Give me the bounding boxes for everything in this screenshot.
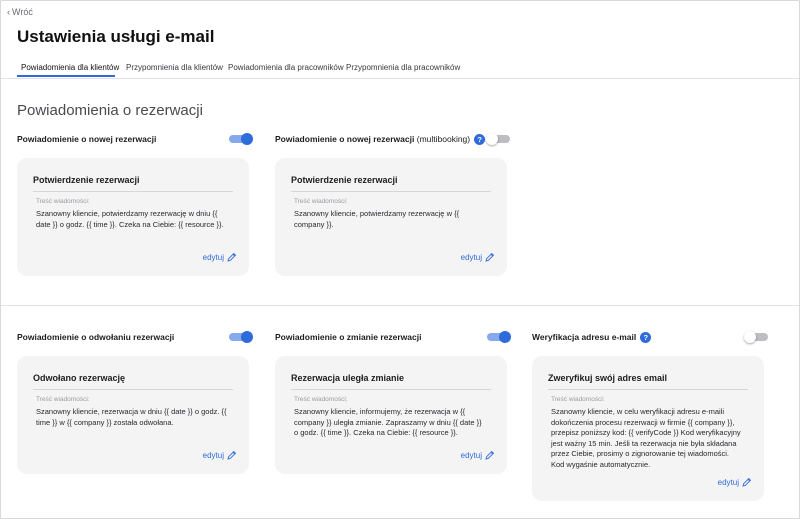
card-title: Zweryfikuj swój adres email bbox=[548, 373, 668, 383]
tab-client-notifications[interactable]: Powiadomienia dla klientów bbox=[21, 63, 119, 72]
tab-bar: Powiadomienia dla klientów Przypomnienia… bbox=[1, 57, 799, 79]
edit-label: edytuj bbox=[460, 451, 482, 460]
pencil-icon bbox=[485, 252, 495, 262]
edit-label: edytuj bbox=[717, 478, 739, 487]
message-text: Szanowny kliencie, potwierdzamy rezerwac… bbox=[294, 209, 460, 229]
tab-staff-notifications[interactable]: Powiadomienia dla pracowników bbox=[228, 63, 344, 72]
card-divider bbox=[291, 191, 491, 192]
new-booking-toggle[interactable] bbox=[229, 133, 253, 145]
active-tab-indicator bbox=[17, 75, 115, 77]
toggle-knob bbox=[486, 133, 498, 145]
multibooking-notification-label: Powiadomienie o nowej rezerwacji (multib… bbox=[275, 134, 486, 146]
email-verification-label: Weryfikacja adresu e-mail? bbox=[532, 332, 652, 344]
notification-label-text: Powiadomienie o odwołaniu rezerwacji bbox=[17, 332, 175, 342]
help-icon[interactable]: ? bbox=[474, 134, 486, 146]
change-notification-label: Powiadomienie o zmianie rezerwacji bbox=[275, 332, 421, 342]
card-divider bbox=[291, 389, 491, 390]
cancellation-notification-label: Powiadomienie o odwołaniu rezerwacji bbox=[17, 332, 174, 342]
multibooking-card: Potwierdzenie rezerwacji Treść wiadomośc… bbox=[275, 158, 507, 276]
edit-button[interactable]: edytuj bbox=[203, 450, 237, 460]
toggle-knob bbox=[499, 331, 511, 343]
section-title: Powiadomienia o rezerwacji bbox=[17, 102, 203, 119]
edit-button[interactable]: edytuj bbox=[718, 477, 752, 487]
back-label: Wróć bbox=[12, 7, 33, 17]
tab-staff-reminders[interactable]: Przypomnienia dla pracowników bbox=[346, 63, 460, 72]
multibooking-toggle[interactable] bbox=[486, 133, 510, 145]
pencil-icon bbox=[485, 450, 495, 460]
new-booking-notification-label: Powiadomienie o nowej rezerwacji bbox=[17, 134, 156, 144]
notification-label-text: Weryfikacja adresu e-mail bbox=[532, 332, 637, 342]
email-verification-card: Zweryfikuj swój adres email Treść wiadom… bbox=[532, 356, 764, 501]
change-toggle[interactable] bbox=[487, 331, 511, 343]
message-text: Szanowny kliencie, informujemy, że rezer… bbox=[294, 407, 482, 437]
page-title: Ustawienia usługi e-mail bbox=[17, 27, 215, 46]
toggle-knob bbox=[241, 133, 253, 145]
email-verification-toggle[interactable] bbox=[744, 331, 768, 343]
message-text: Szanowny kliencie, w celu weryfikacji ad… bbox=[551, 407, 741, 469]
notification-label-text: Powiadomienie o nowej rezerwacji bbox=[275, 134, 415, 144]
toggle-knob bbox=[744, 331, 756, 343]
help-icon[interactable]: ? bbox=[640, 332, 652, 344]
message-text: Szanowny kliencie, rezerwacja w dniu {{ … bbox=[36, 407, 227, 427]
toggle-knob bbox=[241, 331, 253, 343]
notification-label-text: Powiadomienie o nowej rezerwacji bbox=[17, 134, 157, 144]
card-divider bbox=[33, 191, 233, 192]
cancellation-card: Odwołano rezerwację Treść wiadomości: Sz… bbox=[17, 356, 249, 474]
edit-button[interactable]: edytuj bbox=[461, 252, 495, 262]
multibooking-suffix: (multibooking) bbox=[416, 134, 471, 144]
card-title: Potwierdzenie rezerwacji bbox=[33, 175, 140, 185]
chevron-left-icon: ‹ bbox=[7, 7, 10, 17]
cancellation-toggle[interactable] bbox=[229, 331, 253, 343]
change-card: Rezerwacja uległa zmianie Treść wiadomoś… bbox=[275, 356, 507, 474]
pencil-icon bbox=[227, 450, 237, 460]
edit-label: edytuj bbox=[202, 253, 224, 262]
section-divider bbox=[1, 305, 799, 306]
notification-label-text: Powiadomienie o zmianie rezerwacji bbox=[275, 332, 422, 342]
card-title: Odwołano rezerwację bbox=[33, 373, 126, 383]
pencil-icon bbox=[742, 477, 752, 487]
back-link[interactable]: ‹ Wróć bbox=[7, 7, 33, 17]
card-divider bbox=[548, 389, 748, 390]
message-field-label: Treść wiadomości: bbox=[551, 396, 605, 403]
message-field-label: Treść wiadomości: bbox=[294, 396, 348, 403]
message-text: Szanowny kliencie, potwierdzamy rezerwac… bbox=[36, 209, 224, 229]
edit-button[interactable]: edytuj bbox=[461, 450, 495, 460]
tab-client-reminders[interactable]: Przypomnienia dla klientów bbox=[126, 63, 223, 72]
card-title: Potwierdzenie rezerwacji bbox=[291, 175, 398, 185]
edit-label: edytuj bbox=[202, 451, 224, 460]
message-field-label: Treść wiadomości: bbox=[36, 396, 90, 403]
card-title: Rezerwacja uległa zmianie bbox=[291, 373, 405, 383]
new-booking-card: Potwierdzenie rezerwacji Treść wiadomośc… bbox=[17, 158, 249, 276]
pencil-icon bbox=[227, 252, 237, 262]
message-field-label: Treść wiadomości: bbox=[294, 198, 348, 205]
edit-button[interactable]: edytuj bbox=[203, 252, 237, 262]
card-divider bbox=[33, 389, 233, 390]
message-field-label: Treść wiadomości: bbox=[36, 198, 90, 205]
edit-label: edytuj bbox=[460, 253, 482, 262]
settings-window: ‹ Wróć Ustawienia usługi e-mail Powiadomi… bbox=[0, 0, 800, 519]
